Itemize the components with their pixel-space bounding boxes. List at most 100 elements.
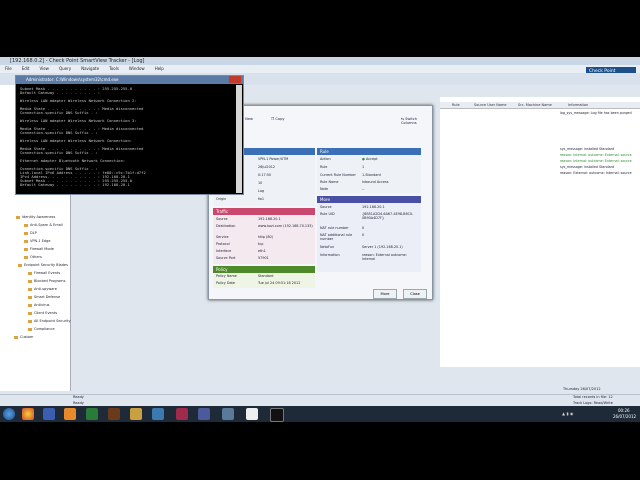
table-row[interactable]: reason: External: outcome: Internal: sou… (560, 171, 632, 175)
field-value: 1-Standard (362, 173, 381, 177)
folder-icon[interactable] (130, 408, 142, 420)
chrome-icon[interactable] (22, 408, 34, 420)
tree-item-vpn-edge[interactable]: VPN-1 Edge (24, 239, 51, 243)
start-button-icon[interactable] (3, 408, 15, 420)
field-label: Service (216, 235, 229, 239)
folder-icon (28, 279, 32, 283)
tree-item-dlp[interactable]: DLP (24, 231, 37, 235)
column-header-information[interactable]: Information (568, 102, 588, 108)
tree-item-compliance[interactable]: Compliance (28, 327, 55, 331)
utorrent-icon[interactable] (86, 408, 98, 420)
field-value: Tue Jul 24 09:51:18 2012 (258, 281, 301, 285)
field-label: NetoFun (320, 245, 335, 249)
field-label: Policy Name (216, 274, 237, 278)
field-value: eth1 (258, 249, 266, 253)
menu-tools[interactable]: Tools (104, 65, 124, 73)
app-icon[interactable] (222, 408, 234, 420)
vmware-icon[interactable] (152, 408, 164, 420)
close-button[interactable]: Close (403, 289, 427, 299)
column-header-rule[interactable]: Rule (452, 102, 460, 108)
field-value: http (80) (258, 235, 273, 239)
winamp-icon[interactable] (108, 408, 120, 420)
tree-item-identity-awareness[interactable]: Identity Awareness (16, 215, 55, 219)
system-tray: ▲ ▮ ◉ 00:26 26/07/2012 (560, 406, 640, 422)
app-title-bar[interactable]: [192.168.0.2] - Check Point SmartView Tr… (0, 57, 640, 65)
menu-edit[interactable]: Edit (17, 65, 35, 73)
column-header-source-user[interactable]: Source User Name (474, 102, 507, 108)
table-row[interactable]: sys_message: installed Standard (560, 165, 614, 169)
firefox-icon[interactable] (64, 408, 76, 420)
cmd-scrollbar[interactable] (236, 85, 242, 193)
log-grid-header: Rule Source User Name Src. Machine Name … (440, 102, 640, 109)
tree-item-anti-spyware[interactable]: Anti-spyware (28, 287, 57, 291)
more-panel: More Source 192.168.20.1 Rule UID {6B51A… (317, 196, 421, 272)
folder-icon (28, 327, 32, 331)
field-value: 57901 (258, 256, 269, 260)
tree-item-firewall-mode[interactable]: Firewall Mode (24, 247, 54, 251)
menu-bar: File Edit View Query Navigate Tools Window Help (0, 65, 640, 73)
field-label: Rule Name (320, 180, 339, 184)
tree-item-antivirus[interactable]: Antivirus (28, 303, 49, 307)
table-row[interactable]: reason: Internal: outcome: External: sou… (560, 153, 632, 157)
menu-help[interactable]: Help (150, 65, 169, 73)
folder-icon (24, 223, 28, 227)
folder-icon (24, 231, 28, 235)
field-value: Log (258, 189, 265, 193)
tray-time[interactable]: 00:26 (618, 408, 630, 413)
field-value: 0:17:50 (258, 173, 272, 177)
cmd-line: Connection-specific DNS Suffix . : (20, 130, 98, 135)
menu-navigate[interactable]: Navigate (76, 65, 104, 73)
cmd-taskbar-icon[interactable] (270, 408, 284, 422)
field-value: Server 1 (192.168.20.1) (362, 245, 403, 249)
menu-file[interactable]: File (0, 65, 17, 73)
explorer-icon[interactable] (43, 408, 55, 420)
more-panel-header: More (317, 196, 421, 203)
notepad-icon[interactable] (246, 408, 258, 420)
smartdashboard-icon[interactable] (198, 408, 210, 420)
field-value: 0 (362, 233, 365, 237)
field-label: Action (320, 157, 331, 161)
close-icon[interactable] (229, 76, 241, 83)
field-label: Information (320, 253, 340, 257)
tree-item-custom[interactable]: Custom (14, 335, 33, 339)
more-button[interactable]: More (373, 289, 397, 299)
tree-item-endpoint-security[interactable]: Endpoint Security Blades (18, 263, 68, 267)
log-grid (440, 97, 640, 367)
cmd-line: Default Gateway . . . . . . . . . : (20, 90, 101, 95)
rule-panel: Rule Action ● Accept Rule 1 Current Rule… (317, 148, 421, 194)
menu-window[interactable]: Window (124, 65, 150, 73)
tree-item-blocked-programs[interactable]: Blocked Programs (28, 279, 65, 283)
tree-item-all-endpoint[interactable]: All Endpoint Security (28, 319, 71, 323)
folder-icon (28, 295, 32, 299)
copy-button[interactable]: ❐ Copy (271, 117, 285, 121)
menu-view[interactable]: View (34, 65, 54, 73)
policy-panel-header: Policy (213, 266, 315, 273)
folder-icon (24, 239, 28, 243)
traffic-panel: Traffic Source 192.168.20.1 Destination … (213, 208, 315, 264)
field-label: Protocol (216, 242, 230, 246)
field-value: ● Accept (362, 157, 378, 161)
table-row[interactable]: log_sys_message: Log file has been purge… (560, 111, 632, 115)
column-header-src-machine[interactable]: Src. Machine Name (518, 102, 552, 108)
table-row[interactable]: reason: Internal: outcome: External: sou… (560, 159, 632, 163)
folder-icon (28, 287, 32, 291)
cmd-title-bar[interactable]: Administrator: C:\Windows\system32\cmd.e… (16, 76, 243, 84)
field-label: NAT rule number (320, 226, 349, 230)
status-date: Thursday 26/07/2012 (563, 387, 601, 391)
switch-columns-button[interactable]: ⇆ Switch Columns (401, 117, 432, 125)
tree-item-smart-defense[interactable]: Smart Defense (28, 295, 60, 299)
tree-item-anti-spam[interactable]: Anti-Spam & Email (24, 223, 63, 227)
field-label: Destination (216, 224, 236, 228)
folder-icon (28, 271, 32, 275)
tree-item-firewall-events[interactable]: Firewall Events (28, 271, 60, 275)
menu-query[interactable]: Query (54, 65, 76, 73)
field-label: Interface (216, 249, 232, 253)
tree-item-client-events[interactable]: Client Events (28, 311, 57, 315)
tray-icons[interactable]: ▲ ▮ ◉ (562, 411, 573, 416)
tree-item-others[interactable]: Others (24, 255, 42, 259)
checkpoint-icon[interactable] (176, 408, 188, 420)
traffic-panel-header: Traffic (213, 208, 315, 215)
field-value: 26Jul2012 (258, 165, 276, 169)
tray-date[interactable]: 26/07/2012 (613, 414, 636, 419)
table-row[interactable]: sys_message: installed Standard (560, 147, 614, 151)
